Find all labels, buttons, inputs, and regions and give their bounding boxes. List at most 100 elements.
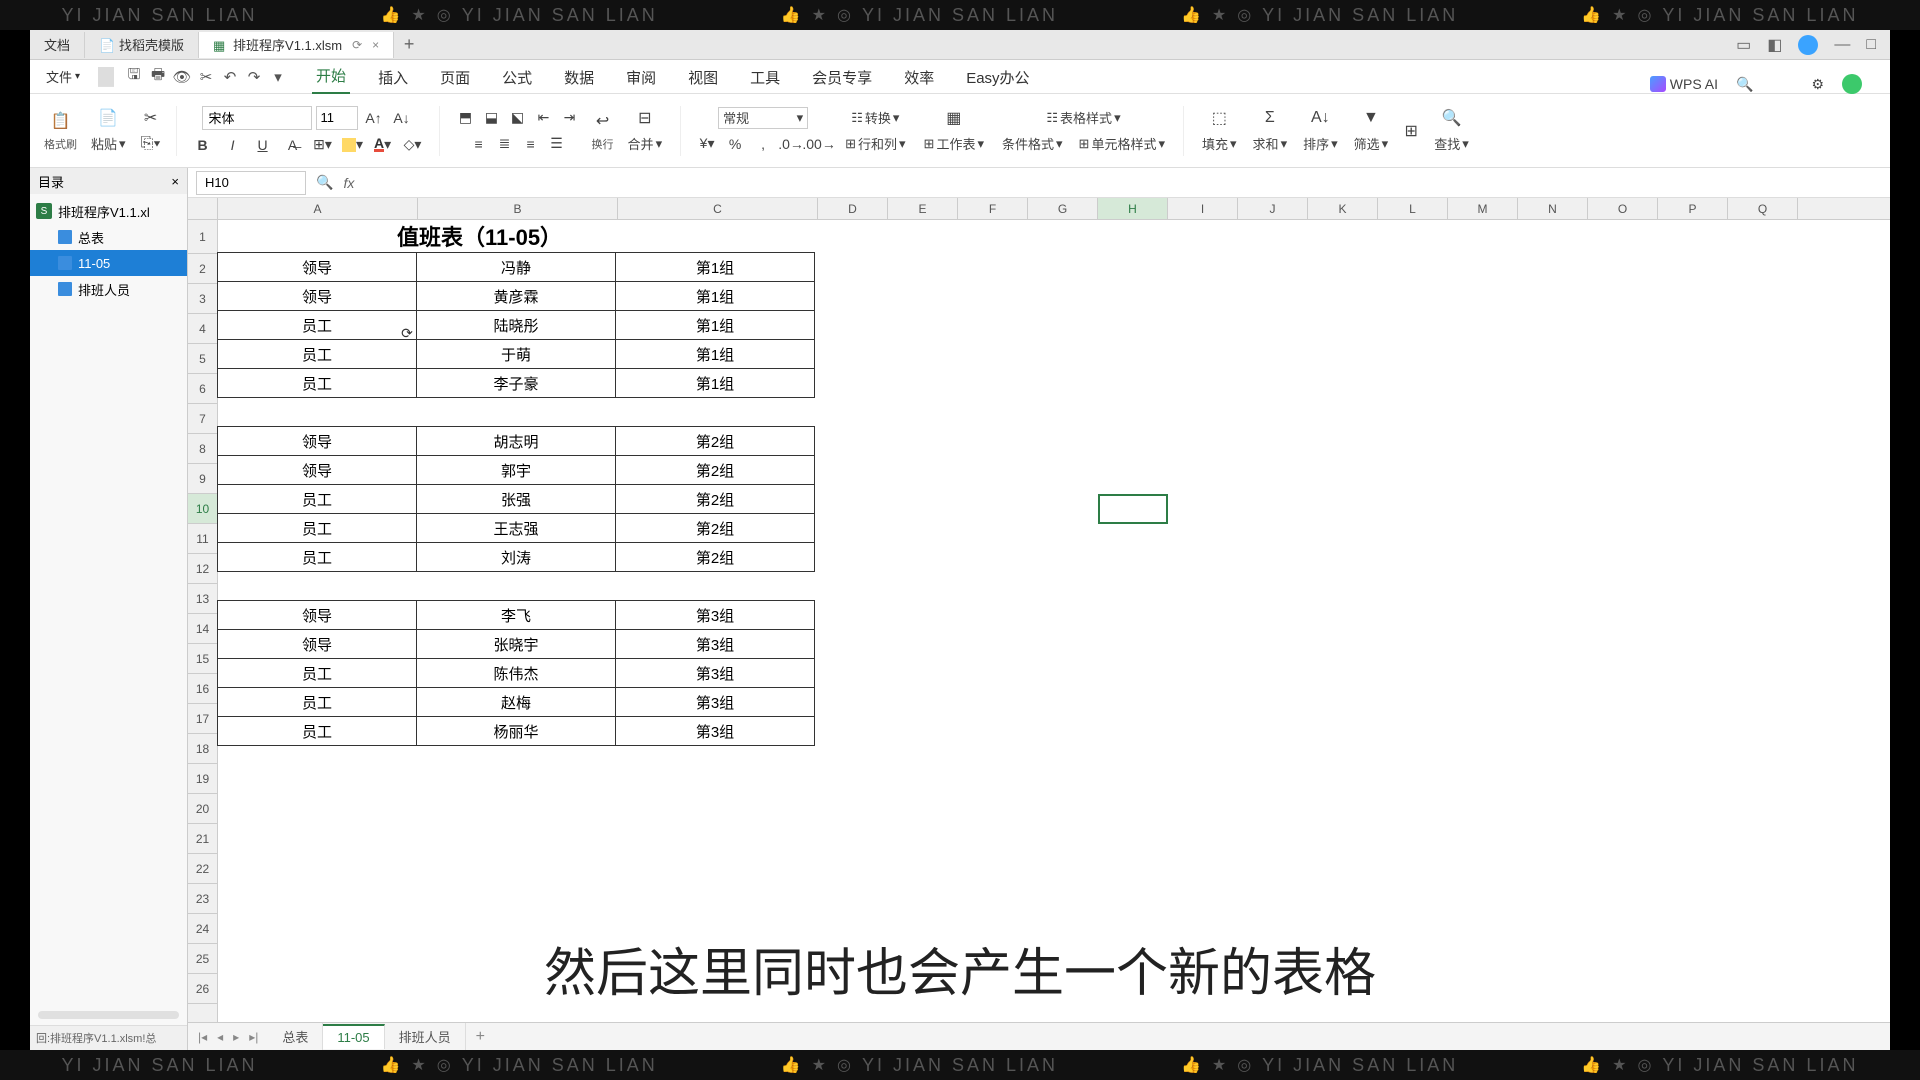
cell[interactable]: 领导 [217, 252, 417, 282]
cell[interactable]: 第2组 [615, 513, 815, 543]
name-box[interactable] [196, 171, 306, 195]
sum-dropdown[interactable]: 求和▾ [1249, 133, 1292, 155]
bold-button[interactable]: B [191, 134, 215, 156]
cell[interactable]: 员工 [217, 658, 417, 688]
worksheet-dropdown[interactable]: ⊞ 工作表▾ [920, 133, 988, 155]
row-header[interactable]: 25 [188, 944, 217, 974]
wps-ai-button[interactable]: WPS AI [1650, 76, 1718, 92]
cell[interactable]: 领导 [217, 455, 417, 485]
cell[interactable]: 员工 [217, 339, 417, 369]
cell[interactable]: 领导 [217, 629, 417, 659]
row-header[interactable]: 11 [188, 524, 217, 554]
cell[interactable]: 李子豪 [416, 368, 616, 398]
ribbon-avatar[interactable] [1842, 74, 1862, 94]
table-style-icon[interactable]: ▦ [943, 107, 965, 129]
tab-template[interactable]: 📄 找稻壳模版 [85, 32, 199, 58]
align-center-icon[interactable]: ≣ [493, 133, 517, 155]
align-bot-icon[interactable]: ⬕ [506, 107, 530, 129]
number-format-select[interactable]: 常规▾ [718, 107, 808, 129]
border-button[interactable]: ⊞▾ [311, 134, 335, 156]
tab-view[interactable]: 视图 [684, 61, 722, 94]
filter-dropdown[interactable]: 筛选▾ [1350, 133, 1393, 155]
grid[interactable]: ABCDEFGHIJKLMNOPQ 1234567891011121314151… [188, 198, 1890, 1022]
user-avatar[interactable] [1798, 35, 1818, 55]
wrap-icon[interactable]: ↩ [592, 110, 614, 132]
undo-icon[interactable]: ↶ [220, 67, 240, 87]
redo-icon[interactable]: ↷ [244, 67, 264, 87]
table-style-dropdown[interactable]: ☷ 表格样式▾ [1042, 107, 1124, 129]
row-header[interactable]: 8 [188, 434, 217, 464]
tab-efficiency[interactable]: 效率 [900, 61, 938, 94]
tab-review[interactable]: 审阅 [622, 61, 660, 94]
dropdown-icon[interactable]: ▾ [268, 67, 288, 87]
maximize-icon[interactable]: □ [1866, 36, 1876, 54]
cell[interactable]: 第1组 [615, 368, 815, 398]
cell[interactable]: 黄彦霖 [416, 281, 616, 311]
copy-icon[interactable]: ⎘▾ [140, 133, 162, 155]
cell[interactable]: 杨丽华 [416, 716, 616, 746]
tab-easy[interactable]: Easy办公 [962, 61, 1033, 94]
col-header-O[interactable]: O [1588, 198, 1658, 219]
name-search-icon[interactable]: 🔍 [316, 174, 333, 191]
sheet-nav-first-icon[interactable]: |◂ [194, 1028, 211, 1046]
font-size-select[interactable] [316, 106, 358, 130]
find-icon[interactable]: 🔍 [1440, 107, 1462, 129]
formula-input[interactable] [360, 171, 1890, 195]
align-just-icon[interactable]: ☰ [545, 133, 569, 155]
tree-sheet-1105[interactable]: 11-05 [30, 250, 187, 276]
conversion-dropdown[interactable]: ☷ 转换▾ [847, 107, 903, 129]
reload-icon[interactable]: ⟳ [352, 38, 362, 52]
cond-format-dropdown[interactable]: 条件格式▾ [998, 133, 1067, 155]
print-icon[interactable]: 🖶 [148, 67, 168, 87]
row-header[interactable]: 15 [188, 644, 217, 674]
sum-icon[interactable]: Σ [1259, 107, 1281, 129]
cell[interactable] [615, 571, 815, 601]
freeze-icon[interactable]: ⊞ [1400, 120, 1422, 142]
col-header-N[interactable]: N [1518, 198, 1588, 219]
tab-page[interactable]: 页面 [436, 61, 474, 94]
cell[interactable]: 李飞 [416, 600, 616, 630]
col-header-K[interactable]: K [1308, 198, 1378, 219]
col-header-L[interactable]: L [1378, 198, 1448, 219]
row-header[interactable]: 14 [188, 614, 217, 644]
row-header[interactable]: 9 [188, 464, 217, 494]
ribbon-search-icon[interactable]: 🔍 [1736, 76, 1753, 93]
clear-format-button[interactable]: ◇▾ [401, 134, 425, 156]
indent-inc-icon[interactable]: ⇥ [558, 107, 582, 129]
cell[interactable]: 第2组 [615, 542, 815, 572]
cell[interactable]: 第3组 [615, 658, 815, 688]
select-all-corner[interactable] [188, 198, 218, 219]
cut-icon[interactable]: ✂ [196, 67, 216, 87]
currency-icon[interactable]: ¥▾ [695, 133, 719, 155]
align-right-icon[interactable]: ≡ [519, 133, 543, 155]
row-header[interactable]: 10 [188, 494, 217, 524]
row-header[interactable]: 17 [188, 704, 217, 734]
cell[interactable]: 张强 [416, 484, 616, 514]
fx-label[interactable]: fx [343, 175, 354, 191]
row-header[interactable]: 1 [188, 220, 217, 254]
cell[interactable]: 领导 [217, 281, 417, 311]
paste-dropdown[interactable]: 粘贴▾ [87, 133, 130, 155]
dec-inc-icon[interactable]: .0→ [779, 133, 803, 155]
sheet-nav-next-icon[interactable]: ▸ [229, 1028, 243, 1046]
fill-dropdown[interactable]: 填充▾ [1198, 133, 1241, 155]
cell[interactable]: 员工 [217, 687, 417, 717]
cell[interactable]: 第2组 [615, 426, 815, 456]
row-header[interactable]: 26 [188, 974, 217, 1004]
row-header[interactable]: 16 [188, 674, 217, 704]
cell[interactable]: 赵梅 [416, 687, 616, 717]
merge-icon[interactable]: ⊟ [634, 107, 656, 129]
cell[interactable]: 领导 [217, 600, 417, 630]
cell[interactable]: 第2组 [615, 484, 815, 514]
cloud-icon[interactable]: ◧ [1767, 35, 1782, 55]
col-header-P[interactable]: P [1658, 198, 1728, 219]
tab-home[interactable]: 开始 [312, 59, 350, 94]
app-tab[interactable]: 文档 [30, 32, 85, 58]
horizontal-scrollbar[interactable] [503, 1031, 1882, 1043]
sheet-nav-last-icon[interactable]: ▸| [245, 1028, 262, 1046]
find-dropdown[interactable]: 查找▾ [1430, 133, 1473, 155]
sort-icon[interactable]: A↓ [1309, 107, 1331, 129]
cell[interactable]: 第1组 [615, 339, 815, 369]
increase-font-icon[interactable]: A↑ [362, 107, 386, 129]
cell[interactable] [217, 397, 417, 427]
